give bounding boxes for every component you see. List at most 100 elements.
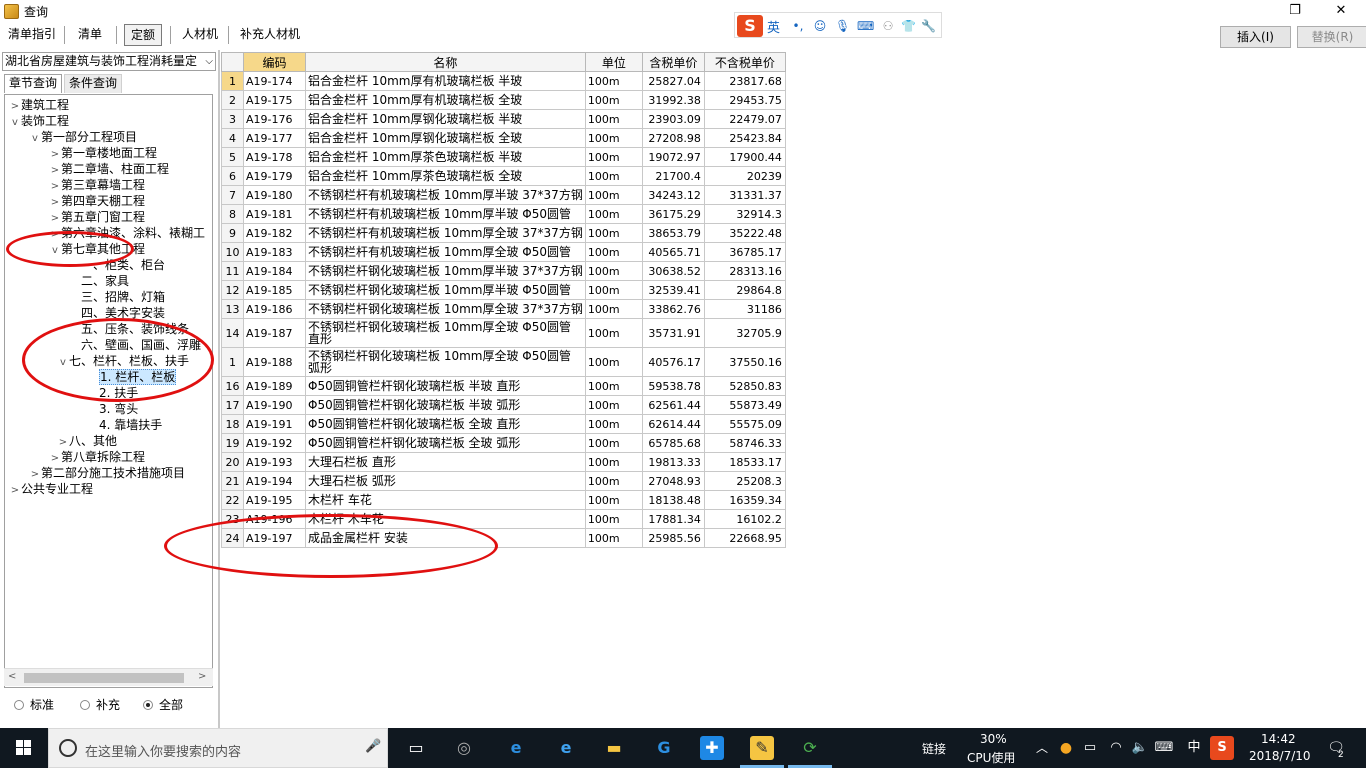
notax-price-cell[interactable]: 25423.84 xyxy=(703,128,786,148)
table-row[interactable]: 16 A19-189 Φ50圆铜管栏杆钢化玻璃栏板 半玻 直形 100m 59538.7… xyxy=(221,376,786,396)
tax-price-cell[interactable]: 25985.56 xyxy=(641,528,705,548)
tax-price-cell[interactable]: 27048.93 xyxy=(641,471,705,491)
chevron-down-icon[interactable]: v xyxy=(29,131,41,147)
code-cell[interactable]: A19-191 xyxy=(243,414,306,434)
row-number[interactable]: 23 xyxy=(221,509,244,529)
unit-cell[interactable]: 100m xyxy=(584,414,643,434)
code-cell[interactable]: A19-175 xyxy=(243,90,306,110)
tab-extra-materials[interactable]: 补充人材机 xyxy=(234,24,306,46)
code-cell[interactable]: A19-194 xyxy=(243,471,306,491)
notax-price-cell[interactable]: 22668.95 xyxy=(703,528,786,548)
row-number[interactable]: 1 xyxy=(221,71,244,91)
name-cell[interactable]: 大理石栏板 弧形 xyxy=(305,471,586,491)
code-cell[interactable]: A19-181 xyxy=(243,204,306,224)
chevron-down-icon[interactable]: v xyxy=(49,243,61,259)
notax-price-cell[interactable]: 29864.8 xyxy=(703,280,786,300)
notax-price-cell[interactable]: 16359.34 xyxy=(703,490,786,510)
table-row[interactable]: 21 A19-194 大理石栏板 弧形 100m 27048.93 25208.3 xyxy=(221,471,786,491)
notax-price-cell[interactable]: 32914.3 xyxy=(703,204,786,224)
tree-node[interactable]: 一、柜类、柜台 xyxy=(69,257,165,273)
table-row[interactable]: 19 A19-192 Φ50圆铜管栏杆钢化玻璃栏板 全玻 弧形 100m 65785.6… xyxy=(221,433,786,453)
name-cell[interactable]: 不锈钢栏杆钢化玻璃栏板 10mm厚半玻 37*37方钢 xyxy=(305,261,586,281)
clock-date[interactable]: 2018/7/10 xyxy=(1249,749,1311,763)
table-row[interactable]: 2 A19-175 铝合金栏杆 10mm厚有机玻璃栏板 全玻 100m 31992.38… xyxy=(221,90,786,110)
table-row[interactable]: 23 A19-196 木栏杆 木车花 100m 17881.34 16102.2 xyxy=(221,509,786,529)
unit-cell[interactable]: 100m xyxy=(584,166,643,186)
row-number[interactable]: 9 xyxy=(221,223,244,243)
name-cell[interactable]: 铝合金栏杆 10mm厚茶色玻璃栏板 半玻 xyxy=(305,147,586,167)
tree-node[interactable]: 四、美术字安装 xyxy=(69,305,165,321)
ime-toolbar[interactable]: S 英 •, ☺ 🎙 ⌨ ⚇ 👕 🔧 xyxy=(734,12,942,38)
tab-condition-query[interactable]: 条件查询 xyxy=(64,74,123,93)
notax-price-cell[interactable]: 35222.48 xyxy=(703,223,786,243)
tree-node[interactable]: > 第四章天棚工程 xyxy=(49,193,145,209)
clock-time[interactable]: 14:42 xyxy=(1261,732,1296,746)
tree-node[interactable]: 1. 栏杆、栏板 xyxy=(87,369,177,385)
unit-cell[interactable]: 100m xyxy=(584,452,643,472)
notax-price-cell[interactable]: 29453.75 xyxy=(703,90,786,110)
close-icon[interactable]: ✕ xyxy=(1318,0,1364,22)
unit-cell[interactable]: 100m xyxy=(584,509,643,529)
row-number[interactable]: 8 xyxy=(221,204,244,224)
tree-node[interactable]: > 第二章墙、柱面工程 xyxy=(49,161,169,177)
notax-price-cell[interactable]: 20239 xyxy=(703,166,786,186)
microphone-icon[interactable]: 🎙 xyxy=(835,19,850,33)
tree-node[interactable]: > 公共专业工程 xyxy=(9,481,93,497)
code-cell[interactable]: A19-192 xyxy=(243,433,306,453)
tax-price-cell[interactable]: 25827.04 xyxy=(641,71,705,91)
unit-cell[interactable]: 100m xyxy=(584,318,643,348)
replace-button[interactable]: 替换(R) xyxy=(1297,26,1366,48)
chevron-down-icon[interactable]: v xyxy=(57,355,69,371)
row-number[interactable]: 13 xyxy=(221,299,244,319)
row-number[interactable]: 12 xyxy=(221,280,244,300)
tab-materials[interactable]: 人材机 xyxy=(176,24,224,46)
table-row[interactable]: 11 A19-184 不锈钢栏杆钢化玻璃栏板 10mm厚半玻 37*37方钢 100m… xyxy=(221,261,786,281)
unit-cell[interactable]: 100m xyxy=(584,528,643,548)
code-cell[interactable]: A19-177 xyxy=(243,128,306,148)
tax-price-cell[interactable]: 38653.79 xyxy=(641,223,705,243)
row-number[interactable]: 19 xyxy=(221,433,244,453)
tax-price-cell[interactable]: 65785.68 xyxy=(641,433,705,453)
tax-price-cell[interactable]: 36175.29 xyxy=(641,204,705,224)
row-number[interactable]: 4 xyxy=(221,128,244,148)
col-header-unit[interactable]: 单位 xyxy=(584,52,643,72)
windows-start-icon[interactable] xyxy=(0,728,48,768)
tax-price-cell[interactable]: 19072.97 xyxy=(641,147,705,167)
col-header-notax-price[interactable]: 不含税单价 xyxy=(703,52,786,72)
notax-price-cell[interactable]: 22479.07 xyxy=(703,109,786,129)
unit-cell[interactable]: 100m xyxy=(584,90,643,110)
unit-cell[interactable]: 100m xyxy=(584,376,643,396)
col-header-tax-price[interactable]: 含税单价 xyxy=(641,52,705,72)
tree-node[interactable]: 4. 靠墙扶手 xyxy=(87,417,162,433)
unit-cell[interactable]: 100m xyxy=(584,261,643,281)
tree-node[interactable]: 3. 弯头 xyxy=(87,401,138,417)
table-row[interactable]: 12 A19-185 不锈钢栏杆钢化玻璃栏板 10mm厚半玻 Φ50圆管 100m 32… xyxy=(221,280,786,300)
row-number[interactable]: 10 xyxy=(221,242,244,262)
unit-cell[interactable]: 100m xyxy=(584,185,643,205)
tax-price-cell[interactable]: 32539.41 xyxy=(641,280,705,300)
tree-node[interactable]: > 第六章油漆、涂料、裱糊工 xyxy=(49,225,205,241)
tax-price-cell[interactable]: 33862.76 xyxy=(641,299,705,319)
row-number[interactable]: 18 xyxy=(221,414,244,434)
name-cell[interactable]: 不锈钢栏杆有机玻璃栏板 10mm厚全玻 37*37方钢 xyxy=(305,223,586,243)
tree-node[interactable]: > 建筑工程 xyxy=(9,97,69,113)
keyboard-icon[interactable]: ⌨ xyxy=(857,19,874,33)
notax-price-cell[interactable]: 55575.09 xyxy=(703,414,786,434)
unit-cell[interactable]: 100m xyxy=(584,347,643,377)
tax-price-cell[interactable]: 23903.09 xyxy=(641,109,705,129)
notax-price-cell[interactable]: 31186 xyxy=(703,299,786,319)
tab-bill[interactable]: 清单 xyxy=(72,24,108,46)
green-app-icon[interactable]: ⟳ xyxy=(798,736,822,760)
tree-node[interactable]: 五、压条、装饰线条 xyxy=(69,321,189,337)
name-cell[interactable]: Φ50圆铜管栏杆钢化玻璃栏板 全玻 弧形 xyxy=(305,433,586,453)
user-icon[interactable]: ⚇ xyxy=(881,19,895,33)
wifi-icon[interactable]: ◠ xyxy=(1104,736,1128,760)
scroll-left-icon[interactable]: < xyxy=(8,671,16,682)
sogou-tray-icon[interactable]: S xyxy=(1210,736,1234,760)
glodon-icon[interactable]: G xyxy=(652,736,676,760)
notax-price-cell[interactable]: 37550.16 xyxy=(703,347,786,377)
ime-lang-indicator[interactable]: 英 xyxy=(767,17,780,36)
name-cell[interactable]: 不锈钢栏杆有机玻璃栏板 10mm厚全玻 Φ50圆管 xyxy=(305,242,586,262)
unit-cell[interactable]: 100m xyxy=(584,490,643,510)
code-cell[interactable]: A19-188 xyxy=(243,347,306,377)
